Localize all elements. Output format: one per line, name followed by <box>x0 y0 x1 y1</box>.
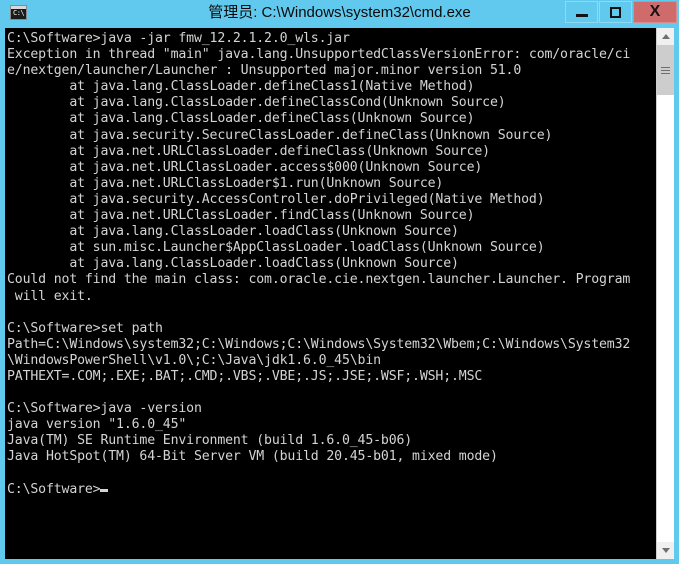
title-bar[interactable]: C:\ 管理员: C:\Windows\system32\cmd.exe X <box>0 0 679 26</box>
minimize-icon <box>575 13 588 17</box>
cmd-icon-prompt-text: C:\ <box>13 9 25 17</box>
scrollbar-thumb[interactable] <box>657 45 674 95</box>
close-icon: X <box>649 3 661 20</box>
console-line: at java.lang.ClassLoader.defineClass1(Na… <box>7 79 475 95</box>
console-line: at java.lang.ClassLoader.loadClass(Unkno… <box>7 256 459 272</box>
minimize-button[interactable] <box>565 1 598 23</box>
console-output-area[interactable]: C:\Software>java -jar fmw_12.2.1.2.0_wls… <box>5 28 674 559</box>
console-line: at java.lang.ClassLoader.loadClass(Unkno… <box>7 224 459 240</box>
console-line: at java.lang.ClassLoader.defineClassCond… <box>7 95 506 111</box>
console-line: Exception in thread "main" java.lang.Uns… <box>7 47 631 63</box>
console-line: at java.security.SecureClassLoader.defin… <box>7 127 553 143</box>
chevron-up-icon <box>661 34 670 39</box>
console-line: will exit. <box>7 288 93 304</box>
console-line: at sun.misc.Launcher$AppClassLoader.load… <box>7 240 545 256</box>
scrollbar-down-button[interactable] <box>657 542 674 559</box>
console-line: at java.security.AccessController.doPriv… <box>7 191 545 207</box>
console-line: java version "1.6.0_45" <box>7 417 187 433</box>
close-button[interactable]: X <box>633 1 677 23</box>
console-line: at java.net.URLClassLoader.access$000(Un… <box>7 159 483 175</box>
console-line: C:\Software>java -version <box>7 401 202 417</box>
maximize-icon <box>610 6 621 18</box>
console-line: at java.net.URLClassLoader$1.run(Unknown… <box>7 175 444 191</box>
console-line: Java HotSpot(TM) 64-Bit Server VM (build… <box>7 449 498 465</box>
console-text: C:\Software>java -jar fmw_12.2.1.2.0_wls… <box>7 31 647 556</box>
window-controls: X <box>564 1 677 23</box>
console-line: C:\Software> <box>7 482 647 498</box>
scrollbar-grip-icon <box>661 66 670 74</box>
scrollbar-up-button[interactable] <box>657 28 674 45</box>
console-line: \WindowsPowerShell\v1.0\;C:\Java\jdk1.6.… <box>7 352 381 368</box>
console-line: C:\Software>set path <box>7 320 163 336</box>
chevron-down-icon <box>661 548 670 553</box>
maximize-button[interactable] <box>599 1 632 23</box>
console-line: at java.net.URLClassLoader.defineClass(U… <box>7 143 490 159</box>
console-line: e/nextgen/launcher/Launcher : Unsupporte… <box>7 63 522 79</box>
cmd-window: C:\ 管理员: C:\Windows\system32\cmd.exe X C… <box>0 0 679 564</box>
console-line: at java.lang.ClassLoader.defineClass(Unk… <box>7 111 475 127</box>
console-line: C:\Software>java -jar fmw_12.2.1.2.0_wls… <box>7 31 350 46</box>
cmd-icon: C:\ <box>10 5 27 20</box>
console-line: at java.net.URLClassLoader.findClass(Unk… <box>7 208 475 224</box>
console-line: Could not find the main class: com.oracl… <box>7 272 631 288</box>
console-scrollbar[interactable] <box>656 28 674 559</box>
console-line: PATHEXT=.COM;.EXE;.BAT;.CMD;.VBS;.VBE;.J… <box>7 368 483 384</box>
console-line: Java(TM) SE Runtime Environment (build 1… <box>7 433 413 449</box>
console-cursor <box>100 488 109 492</box>
console-line: Path=C:\Windows\system32;C:\Windows;C:\W… <box>7 336 631 352</box>
